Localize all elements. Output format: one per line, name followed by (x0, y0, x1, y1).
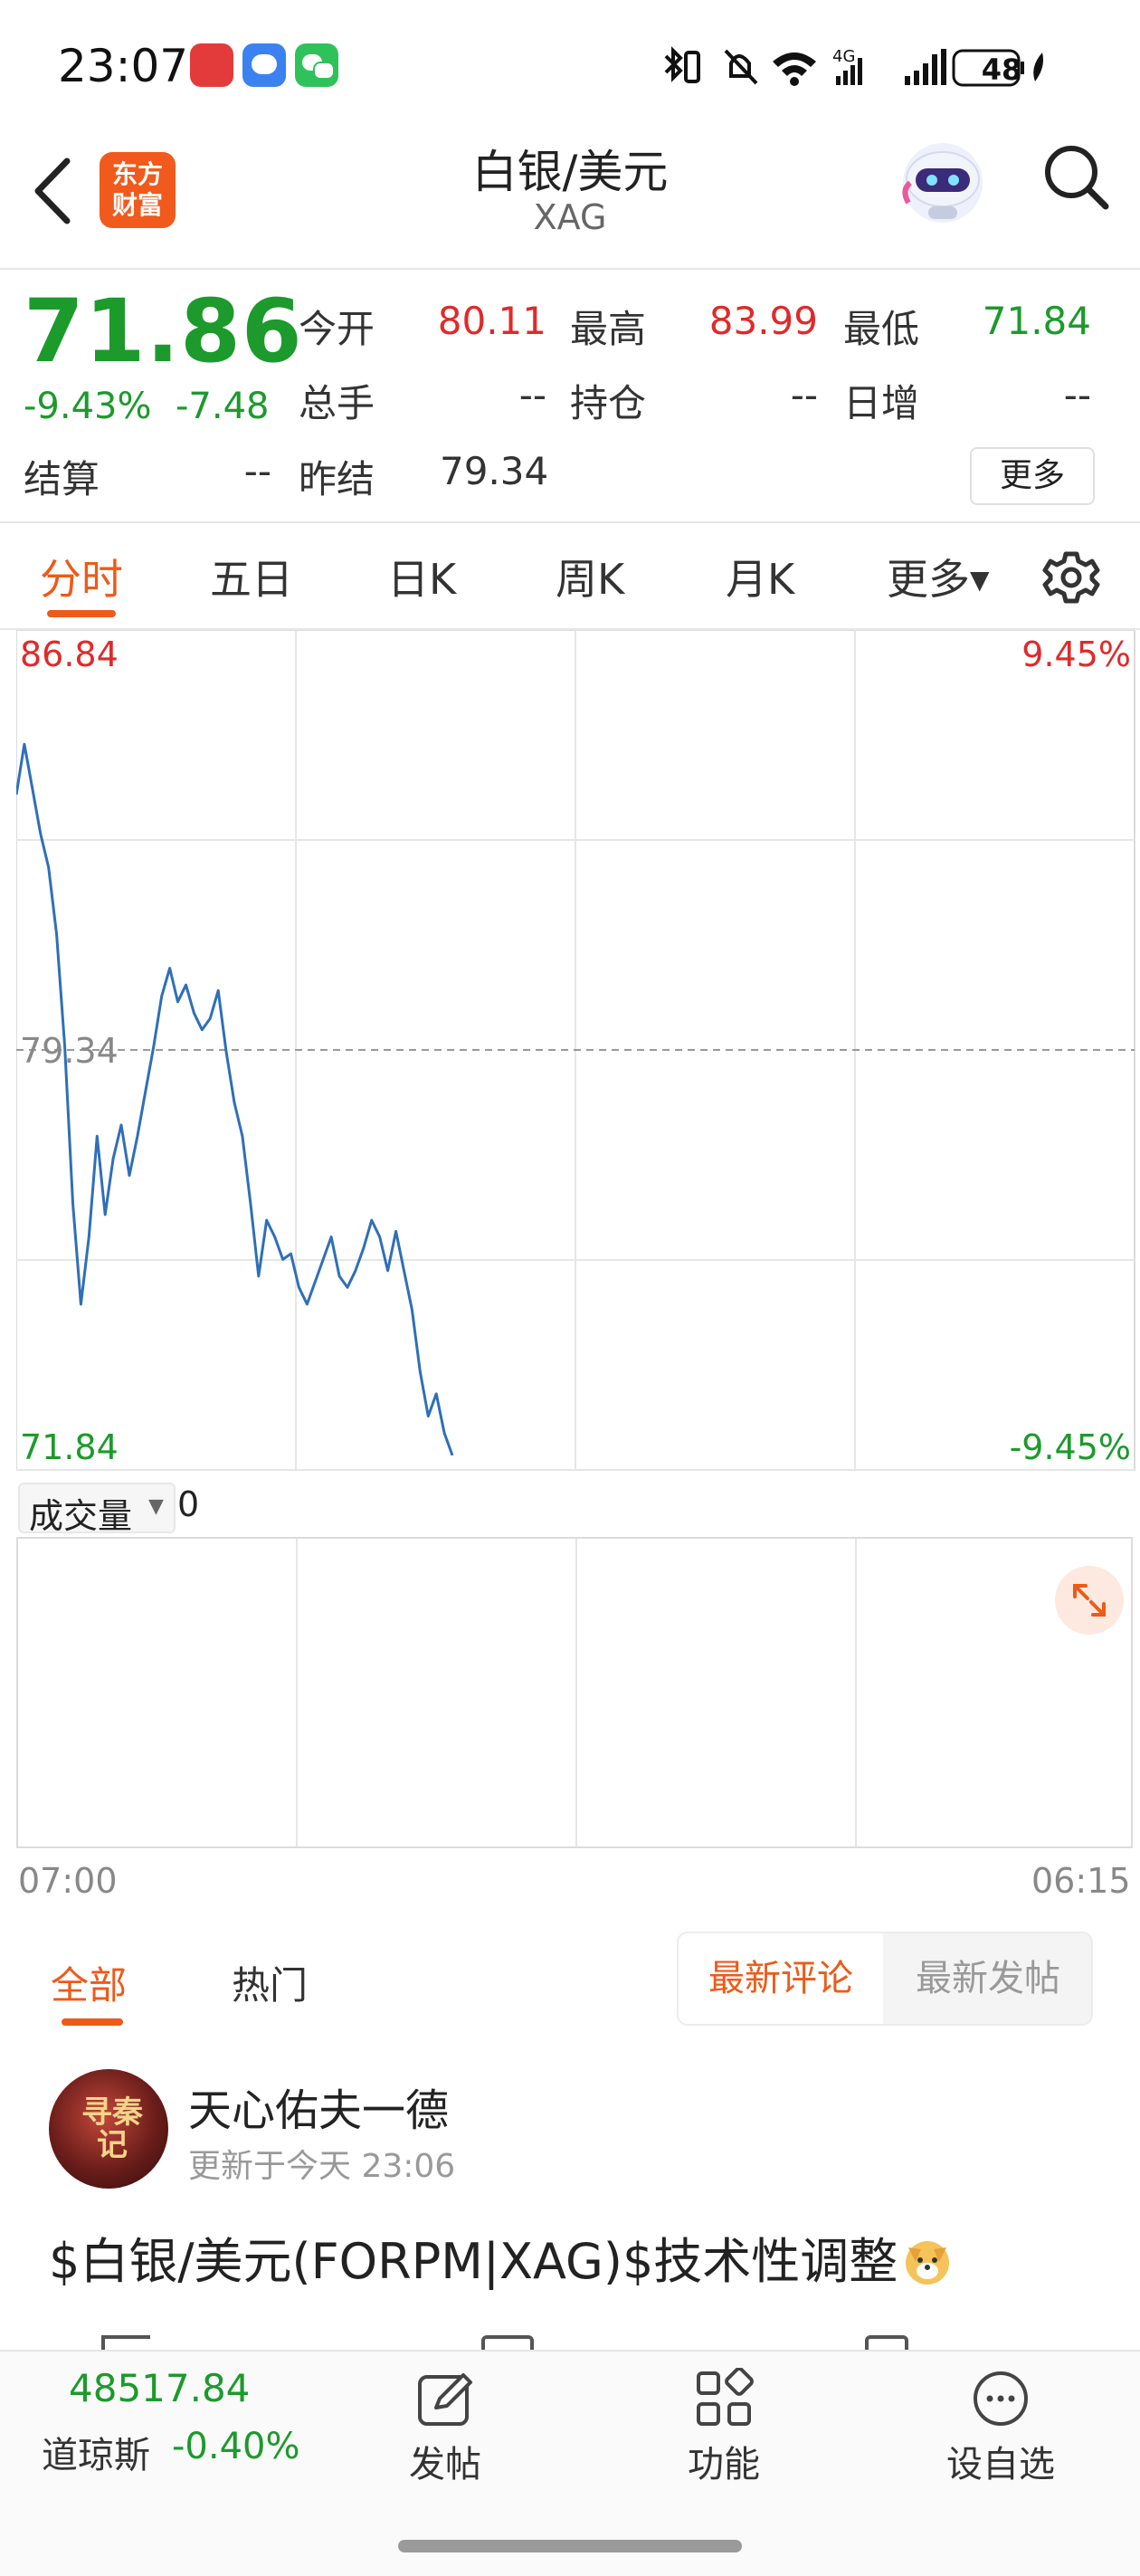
dropdown-triangle-icon: ▼ (970, 565, 990, 595)
quote-divider (0, 521, 1140, 523)
header-divider (0, 268, 1140, 270)
svg-text:4G: 4G (832, 47, 855, 66)
x-end-label: 06:15 (1031, 1861, 1131, 1901)
x-start-label: 07:00 (18, 1861, 118, 1901)
prev-settlement-value: 79.34 (440, 449, 549, 493)
volume-indicator-selector[interactable]: 成交量 ▼ (18, 1483, 176, 1536)
search-icon[interactable] (1042, 143, 1111, 212)
avatar-text: 寻秦记 (81, 2094, 143, 2163)
tab-intraday[interactable]: 分时 (40, 547, 123, 606)
tab-active-underline (47, 610, 116, 617)
expand-icon (1073, 1584, 1106, 1617)
low-value: 71.84 (982, 299, 1091, 343)
comment-tab-hot[interactable]: 热门 (232, 1955, 308, 2010)
user-avatar[interactable]: 寻秦记 (49, 2069, 168, 2189)
tab-five-day[interactable]: 五日 (210, 547, 293, 606)
volume-indicator-label: 成交量 (29, 1496, 133, 1536)
edit-post-icon[interactable] (414, 2368, 476, 2429)
daily-increase-label: 日增 (843, 381, 920, 425)
comment-tab-all[interactable]: 全部 (51, 1955, 127, 2010)
news-app-icon (190, 43, 233, 87)
volume-chart[interactable] (16, 1537, 1133, 1848)
index-ticker-value[interactable]: 48517.84 (69, 2366, 250, 2410)
intraday-price-chart[interactable]: 86.84 9.45% 79.34 71.84 -9.45% (16, 630, 1136, 1472)
tab-more-label: 更多 (887, 555, 970, 604)
settings-gear-icon[interactable] (1042, 549, 1100, 606)
post-action-row-clipped (0, 2328, 1140, 2350)
open-interest-label: 持仓 (570, 381, 647, 425)
status-time: 23:07 (58, 40, 189, 92)
home-indicator[interactable] (398, 2540, 742, 2552)
watchlist-button-label[interactable]: 设自选 (910, 2435, 1091, 2487)
prev-settlement-label: 昨结 (299, 457, 375, 501)
assistant-robot-icon[interactable] (896, 136, 990, 226)
more-quote-button[interactable]: 更多 (970, 447, 1095, 505)
daily-increase-value: -- (1063, 373, 1091, 417)
volume-value: -- (518, 373, 546, 417)
tab-more[interactable]: 更多▼ (887, 547, 990, 606)
high-value: 83.99 (708, 299, 818, 343)
sort-latest-post[interactable]: 最新发帖 (885, 1933, 1091, 2024)
function-grid-icon[interactable] (693, 2368, 755, 2429)
open-value: 80.11 (437, 299, 546, 343)
y-mid-label: 79.34 (20, 1031, 119, 1071)
dropdown-triangle-icon: ▼ (148, 1495, 164, 1518)
watchlist-icon[interactable] (970, 2368, 1031, 2429)
comment-sort-toggle: 最新评论 最新发帖 (677, 1932, 1093, 2026)
comment-tab-underline (62, 2018, 123, 2026)
post-content[interactable]: $白银/美元(FORPM|XAG)$技术性调整 (49, 2221, 954, 2293)
sort-latest-comment[interactable]: 最新评论 (679, 1933, 883, 2024)
low-label: 最低 (843, 307, 920, 351)
y-min-label: 71.84 (20, 1427, 119, 1467)
post-text: $白银/美元(FORPM|XAG)$技术性调整 (49, 2233, 898, 2290)
pct-min-label: -9.45% (1010, 1427, 1131, 1467)
y-max-label: 86.84 (20, 634, 119, 674)
post-updated-time: 更新于今天 23:06 (188, 2148, 456, 2185)
index-ticker-change[interactable]: -0.40% (172, 2426, 300, 2467)
tab-monthly-k[interactable]: 月K (726, 547, 794, 606)
settlement-value: -- (243, 449, 271, 493)
open-interest-value: -- (790, 373, 818, 417)
high-label: 最高 (570, 307, 647, 351)
settlement-label: 结算 (24, 457, 100, 501)
battery-level: 48 (981, 52, 1022, 87)
wechat-icon (295, 43, 338, 87)
status-bar: 23:07 4G 48 (0, 0, 1140, 136)
dog-emoji-icon (906, 2241, 950, 2285)
change-amount: -7.48 (176, 386, 270, 427)
open-label: 今开 (299, 307, 375, 351)
pct-max-label: 9.45% (1021, 634, 1131, 674)
volume-value: 0 (177, 1484, 200, 1524)
expand-chart-button[interactable] (1055, 1566, 1124, 1635)
message-app-icon (242, 43, 286, 87)
post-button-label[interactable]: 发帖 (355, 2435, 536, 2487)
change-percent: -9.43% (24, 386, 152, 427)
index-ticker-name[interactable]: 道琼斯 (42, 2426, 150, 2478)
function-button-label[interactable]: 功能 (633, 2435, 814, 2487)
volume-label: 总手 (299, 381, 375, 425)
tab-daily-k[interactable]: 日K (387, 547, 456, 606)
post-username[interactable]: 天心佑夫一德 (188, 2075, 449, 2138)
tab-weekly-k[interactable]: 周K (556, 547, 624, 606)
last-price: 71.86 (24, 281, 303, 382)
